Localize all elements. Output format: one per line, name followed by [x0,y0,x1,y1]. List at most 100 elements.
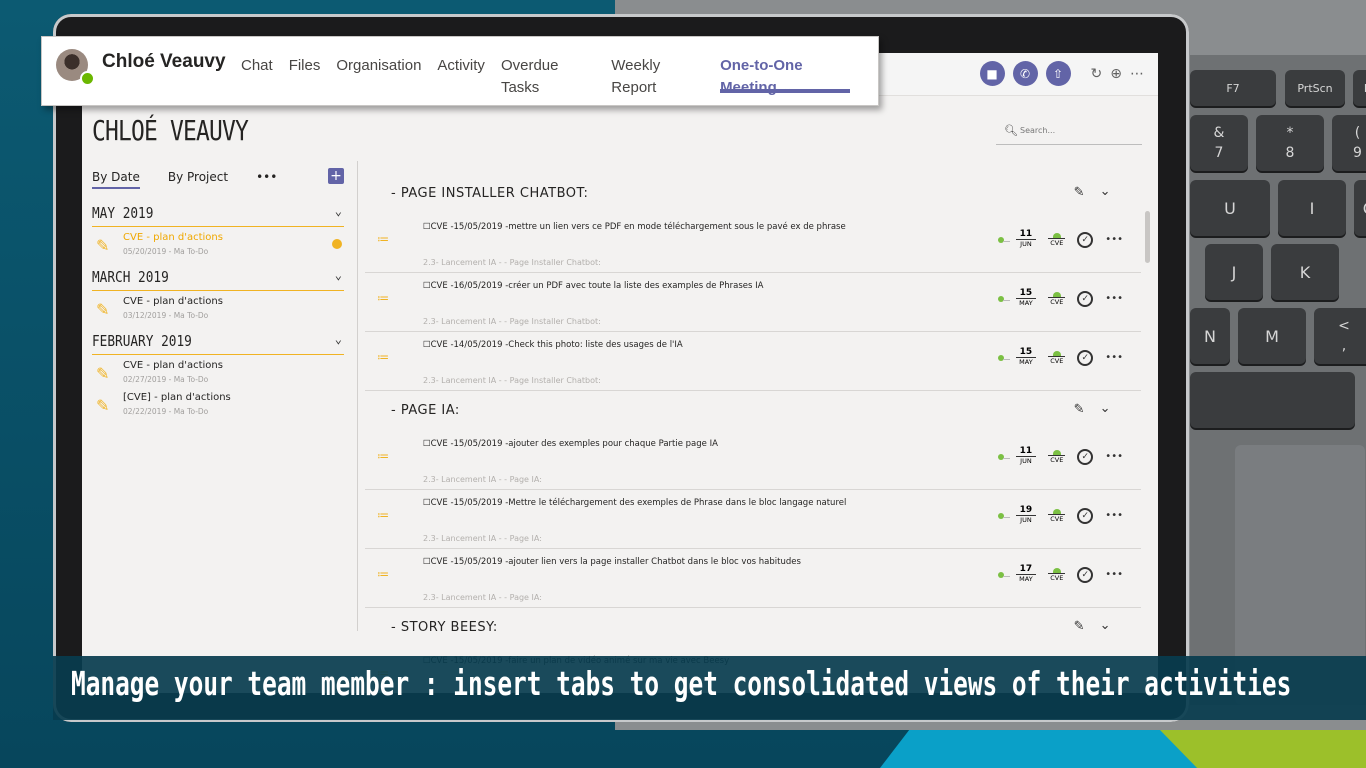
refresh-icon[interactable]: ↻ [1091,66,1103,82]
priority-icon[interactable] [997,571,1010,578]
left-panel: By Date By Project ••• + MAY 2019 ⌄ ✎ CVE… [92,166,344,636]
search-icon: 🔍︎ [1004,124,1018,137]
entry-meta: 02/22/2019 - Ma To-Do [123,407,209,416]
edit-icon[interactable]: ✎ [1074,402,1085,417]
priority-icon[interactable] [997,295,1010,302]
more-icon[interactable]: ••• [1105,451,1123,462]
edit-icon[interactable]: ✎ [1074,619,1085,634]
task-list-icon: ≔ [377,291,389,305]
due-date[interactable]: 11 JUN [1015,230,1037,249]
assignee[interactable]: CVE [1048,291,1066,306]
complete-check-icon[interactable]: ✓ [1077,349,1094,366]
task-row[interactable]: ≔ ☐CVE -15/05/2019 -mettre un lien vers c… [365,214,1141,273]
add-button[interactable]: + [328,168,344,184]
tab-one-to-one-meeting[interactable]: One-to-One Meeting ⌄ [712,55,878,96]
edit-icon[interactable]: ✎ [1074,185,1085,200]
video-call-icon[interactable]: ■ [979,61,1005,86]
due-date[interactable]: 15 MAY [1015,289,1037,308]
key-i: I [1278,180,1346,236]
key-n: N [1190,308,1230,364]
complete-check-icon[interactable]: ✓ [1077,448,1094,465]
assignee[interactable]: CVE [1048,350,1066,365]
left-tabs-more-icon[interactable]: ••• [256,170,277,189]
key-m: M [1238,308,1306,364]
tab-organisation[interactable]: Organisation [328,55,429,93]
complete-check-icon[interactable]: ✓ [1077,231,1094,248]
priority-icon[interactable] [997,236,1010,243]
tab-activity[interactable]: Activity [429,55,493,93]
chevron-down-icon[interactable]: ⌄ [1100,618,1111,633]
assignee[interactable]: CVE [1048,508,1066,523]
search-input[interactable]: 🔍︎ Search... [996,120,1142,145]
complete-check-icon[interactable]: ✓ [1077,290,1094,307]
due-date[interactable]: 19 JUN [1015,506,1037,525]
more-icon[interactable]: ••• [1105,510,1123,521]
tab-chat[interactable]: Chat [233,55,281,93]
month-header[interactable]: FEBRUARY 2019 ⌄ [92,332,344,355]
priority-icon[interactable] [997,453,1010,460]
chevron-down-icon[interactable]: ⌄ [1100,184,1111,199]
task-title: ☐CVE -16/05/2019 -créer un PDF avec tout… [423,281,764,291]
tab-by-date[interactable]: By Date [92,170,140,189]
more-icon[interactable]: ••• [1105,352,1123,363]
share-screen-icon[interactable]: ⇧ [1045,61,1071,86]
assignee[interactable]: CVE [1048,449,1066,464]
key-label: 8 [1285,145,1295,161]
month-header[interactable]: MARCH 2019 ⌄ [92,268,344,291]
more-icon[interactable]: ⋯ [1130,66,1144,82]
key-label: PrtScn [1297,81,1333,95]
scrollbar[interactable] [1145,211,1150,263]
caption-banner: Manage your team member : insert tabs to… [53,656,1366,720]
tab-files[interactable]: Files [281,55,329,93]
chevron-down-icon[interactable]: ⌄ [335,268,342,282]
task-row[interactable]: ≔ ☐CVE -14/05/2019 -Check this photo: lis… [365,332,1141,391]
complete-check-icon[interactable]: ✓ [1077,566,1094,583]
tab-label: One-to-One Meeting [720,57,803,96]
task-row[interactable]: ≔ ☐CVE -16/05/2019 -créer un PDF avec tou… [365,273,1141,332]
list-item[interactable]: ✎ CVE - plan d'actions 02/27/2019 - Ma T… [92,360,344,390]
key-prtscn: PrtScn [1285,70,1345,106]
key-label: I [1309,198,1315,218]
assignee[interactable]: CVE [1048,567,1066,582]
chevron-down-icon[interactable]: ⌄ [1100,401,1111,416]
priority-icon[interactable] [997,512,1010,519]
tab-overdue-tasks[interactable]: Overdue Tasks [493,55,603,96]
list-item[interactable]: ✎ CVE - plan d'actions 05/20/2019 - Ma T… [92,232,344,262]
task-project: 2.3- Lancement IA - - Page IA: [423,534,542,543]
due-date[interactable]: 15 MAY [1015,348,1037,367]
more-icon[interactable]: ••• [1105,293,1123,304]
list-item[interactable]: ✎ [CVE] - plan d'actions 02/22/2019 - Ma… [92,392,344,422]
globe-icon[interactable]: ⊕ [1110,66,1122,82]
task-row[interactable]: ≔ ☐CVE -15/05/2019 -ajouter des exemples … [365,431,1141,490]
chevron-down-icon[interactable]: ⌄ [335,204,342,218]
key-label: 9 [1353,145,1362,161]
more-icon[interactable]: ••• [1105,234,1123,245]
assignee[interactable]: CVE [1048,232,1066,247]
caption-text: Manage your team member : insert tabs to… [71,664,1292,703]
tab-by-project[interactable]: By Project [168,170,228,189]
month-label: MAY 2019 [92,204,154,222]
channel-header: Chloé Veauvy Chat Files Organisation Act… [41,36,879,106]
audio-call-icon[interactable]: ✆ [1012,61,1038,86]
task-title: ☐CVE -15/05/2019 -ajouter des exemples p… [423,439,718,449]
key-label: K [1299,262,1311,282]
complete-check-icon[interactable]: ✓ [1077,507,1094,524]
month-label: FEBRUARY 2019 [92,332,192,350]
assignee-label: CVE [1048,355,1066,365]
more-icon[interactable]: ••• [1105,569,1123,580]
due-date[interactable]: 11 JUN [1015,447,1037,466]
due-month: MAY [1019,575,1033,583]
tab-weekly-report[interactable]: Weekly Report [603,55,712,96]
due-date[interactable]: 17 MAY [1015,565,1037,584]
priority-icon[interactable] [997,354,1010,361]
list-item[interactable]: ✎ CVE - plan d'actions 03/12/2019 - Ma T… [92,296,344,326]
key-label: ( [1354,125,1361,141]
key-j: J [1205,244,1263,300]
due-day: 15 [1015,289,1037,299]
chevron-down-icon[interactable]: ⌄ [783,83,792,95]
month-header[interactable]: MAY 2019 ⌄ [92,204,344,227]
pen-icon: ✎ [96,236,110,255]
task-row[interactable]: ≔ ☐CVE -15/05/2019 -ajouter lien vers la … [365,549,1141,608]
chevron-down-icon[interactable]: ⌄ [335,332,342,346]
task-row[interactable]: ≔ ☐CVE -15/05/2019 -Mettre le téléchargem… [365,490,1141,549]
